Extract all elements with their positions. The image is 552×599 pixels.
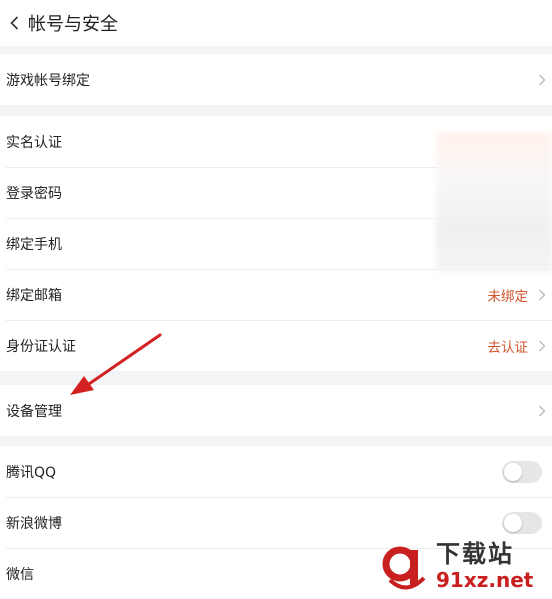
row-label: 实名认证 [6,134,62,151]
row-label: 绑定邮箱 [6,287,62,304]
qq-toggle[interactable] [502,460,542,483]
row-game-binding[interactable]: 游戏帐号绑定 [0,54,552,105]
status-value: 未绑定 [487,288,529,305]
weibo-toggle[interactable] [502,511,542,534]
header-bar: 帐号与安全 [0,0,552,46]
chevron-right-icon [539,340,546,351]
row-label: 设备管理 [6,403,62,420]
group-game: 游戏帐号绑定 [0,54,552,105]
watermark: 下载站 91xz.net [380,537,550,595]
watermark-logo-icon [382,546,426,590]
watermark-title: 下载站 [436,540,514,568]
page-title: 帐号与安全 [28,14,118,35]
row-label: 身份证认证 [6,338,76,355]
chevron-right-icon [539,405,546,416]
redacted-blur [436,132,552,272]
group-device: 设备管理 [0,385,552,436]
toggle-knob [504,513,522,532]
back-icon[interactable] [6,15,22,31]
row-id-verify[interactable]: 身份证认证 去认证 [0,320,552,371]
chevron-right-icon [539,289,546,300]
row-label: 微信 [6,566,34,583]
row-bind-email[interactable]: 绑定邮箱 未绑定 [0,269,552,320]
chevron-right-icon [539,74,546,85]
row-label: 腾讯QQ [6,464,57,481]
row-label: 新浪微博 [6,515,62,532]
row-label: 登录密码 [6,185,62,202]
toggle-knob [504,462,522,481]
row-label: 游戏帐号绑定 [6,72,90,89]
watermark-domain: 91xz.net [436,568,534,592]
status-value: 去认证 [487,339,529,356]
row-qq[interactable]: 腾讯QQ [0,446,552,497]
row-device-management[interactable]: 设备管理 [0,385,552,436]
row-label: 绑定手机 [6,236,62,253]
